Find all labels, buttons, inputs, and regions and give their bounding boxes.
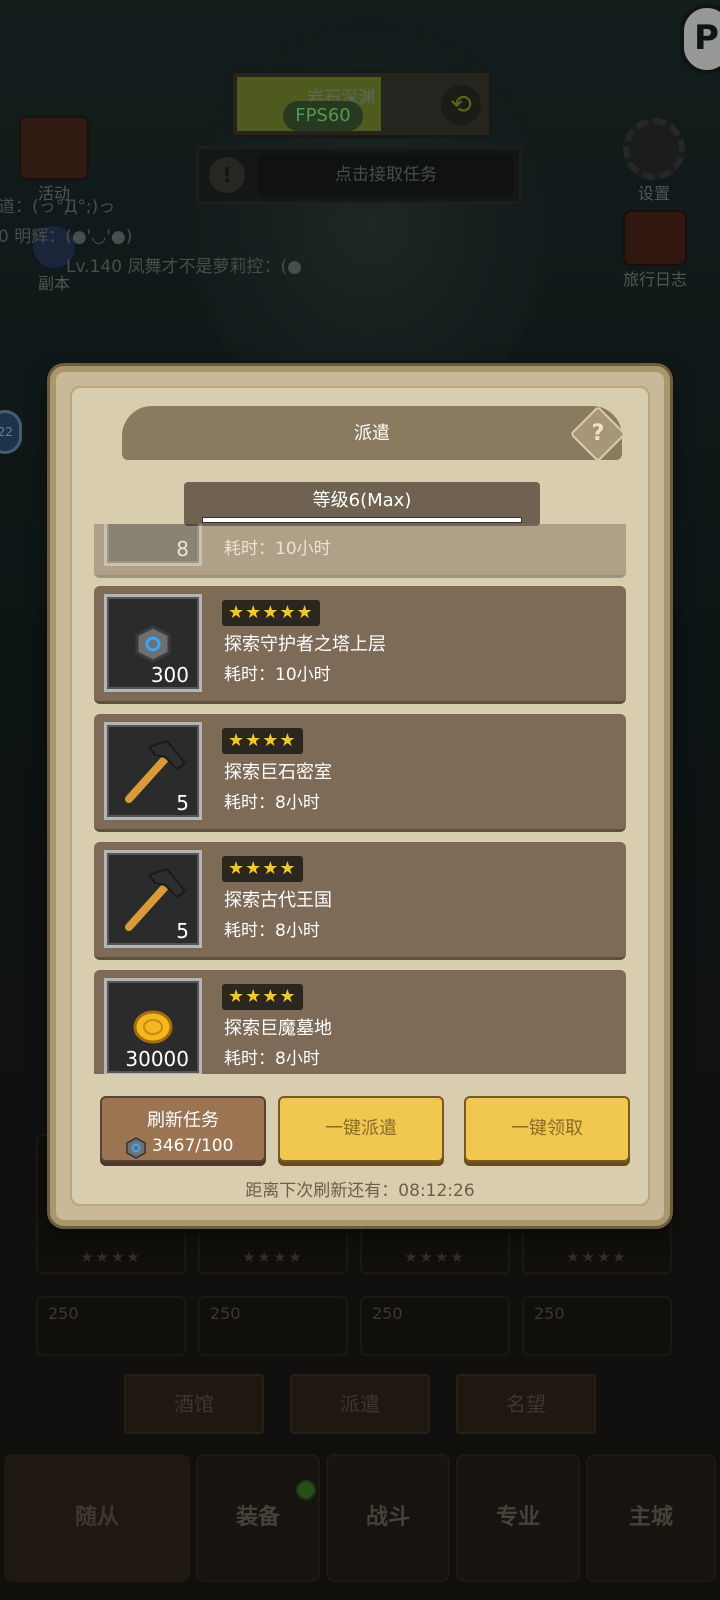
dispatch-all-button[interactable]: 一键派遣 [278, 1096, 444, 1162]
panel-title: 派遣 [354, 423, 390, 444]
reward-slot: 5 [104, 722, 202, 820]
level-progress-bar [202, 517, 522, 523]
claim-all-button[interactable]: 一键领取 [464, 1096, 630, 1162]
mission-name: 探索古代王国 [224, 890, 332, 911]
mission-name: 探索巨石密室 [224, 762, 332, 783]
mission-stars: ★★★★ [222, 984, 303, 1010]
mission-row-partial[interactable]: 8 耗时：10小时 [94, 524, 626, 578]
mission-name: 探索守护者之塔上层 [224, 634, 386, 655]
reward-count: 8 [176, 537, 189, 561]
mission-time: 耗时：8小时 [224, 793, 320, 813]
mission-time: 耗时：10小时 [224, 665, 331, 685]
mission-stars: ★★★★ [222, 728, 303, 754]
dispatch-all-label: 一键派遣 [325, 1118, 397, 1139]
dispatch-level: 等级6(Max) [312, 490, 412, 511]
mission-time: 耗时：10小时 [224, 539, 331, 559]
reward-count: 5 [176, 919, 189, 943]
reward-count: 300 [150, 663, 189, 687]
reward-count: 30000 [125, 1047, 189, 1071]
reward-count: 5 [176, 791, 189, 815]
mission-stars: ★★★★★ [222, 600, 320, 626]
mission-row[interactable]: 5 ★★★★ 探索古代王国 耗时：8小时 [94, 842, 626, 960]
reward-slot: 8 [104, 524, 202, 566]
mission-time: 耗时：8小时 [224, 1049, 320, 1069]
panel-body: 派遣 ? 等级6(Max) 8 耗时：10小时 300 ★★★★★ 探索守护者之… [70, 386, 650, 1206]
mission-row[interactable]: 30000 ★★★★ 探索巨魔墓地 耗时：8小时 [94, 970, 626, 1074]
refresh-cost: 3467/100 [152, 1136, 234, 1156]
reward-slot: 5 [104, 850, 202, 948]
refresh-label: 刷新任务 [147, 1110, 219, 1131]
mission-list[interactable]: 8 耗时：10小时 300 ★★★★★ 探索守护者之塔上层 耗时：10小时 5 … [94, 524, 626, 1074]
stone-icon [126, 1137, 146, 1159]
refresh-missions-button[interactable]: 刷新任务 3467/100 [100, 1096, 266, 1162]
panel-header: 派遣 [122, 406, 622, 460]
mission-name: 探索巨魔墓地 [224, 1018, 332, 1039]
reward-slot: 300 [104, 594, 202, 692]
mission-time: 耗时：8小时 [224, 921, 320, 941]
claim-all-label: 一键领取 [511, 1118, 583, 1139]
mission-row[interactable]: 5 ★★★★ 探索巨石密室 耗时：8小时 [94, 714, 626, 832]
dispatch-panel: 派遣 ? 等级6(Max) 8 耗时：10小时 300 ★★★★★ 探索守护者之… [50, 366, 670, 1226]
reward-slot: 30000 [104, 978, 202, 1074]
dispatch-level-bar: 等级6(Max) [184, 482, 540, 526]
help-icon: ? [591, 421, 605, 446]
mission-row[interactable]: 300 ★★★★★ 探索守护者之塔上层 耗时：10小时 [94, 586, 626, 704]
refresh-countdown: 距离下次刷新还有：08:12:26 [245, 1181, 475, 1201]
mission-stars: ★★★★ [222, 856, 303, 882]
